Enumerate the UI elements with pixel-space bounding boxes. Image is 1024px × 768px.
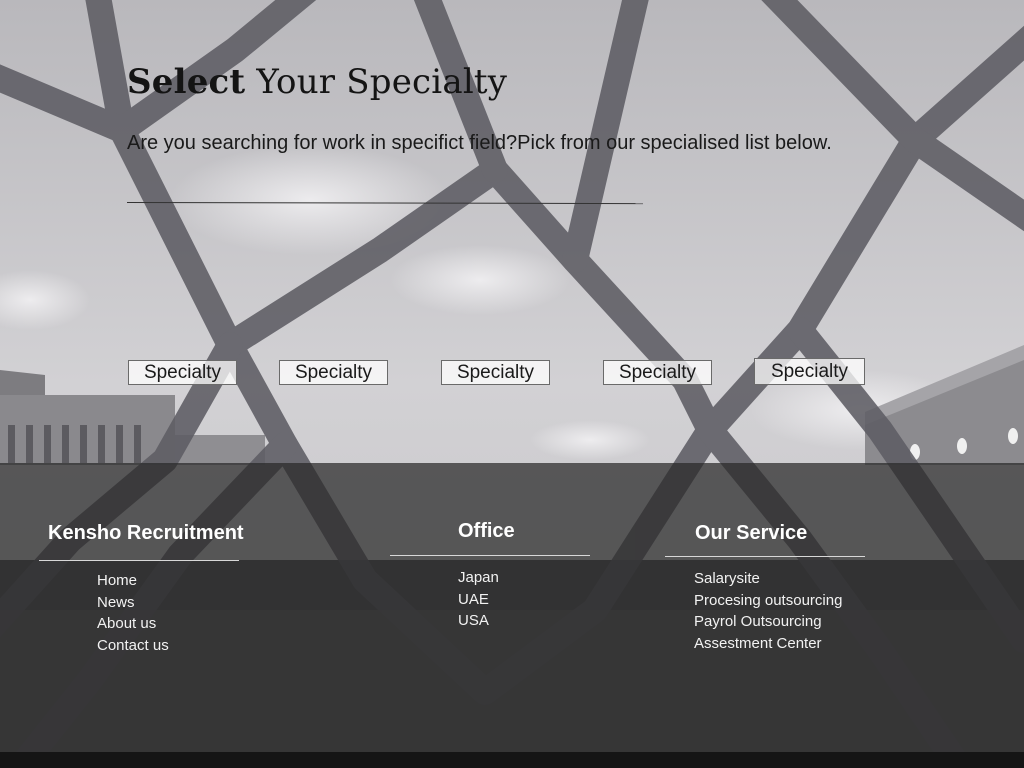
footer-link-home[interactable]: Home bbox=[97, 570, 169, 592]
footer-office-item: USA bbox=[458, 612, 489, 630]
footer-service-list: Salarysite Procesing outsourcing Payrol … bbox=[694, 568, 842, 655]
page-title-rest: Your Specialty bbox=[245, 62, 508, 102]
footer-office-list: Japan UAE USA bbox=[458, 567, 499, 632]
footer-service-item[interactable]: Procesing outsourcing bbox=[694, 590, 842, 612]
specialty-button-1[interactable]: Specialty bbox=[128, 360, 237, 385]
specialty-button-3[interactable]: Specialty bbox=[441, 360, 550, 385]
footer-company-divider bbox=[39, 560, 239, 561]
footer-service-item[interactable]: Assestment Center bbox=[694, 633, 842, 655]
page-subtitle: Are you searching for work in specifict … bbox=[127, 132, 832, 154]
page-title-bold: Select bbox=[127, 62, 246, 102]
footer-service-item[interactable]: Salarysite bbox=[694, 568, 842, 590]
footer: Kensho Recruitment Home News About us Co… bbox=[0, 463, 1024, 753]
footer-office-item: Japan bbox=[458, 569, 499, 586]
bottom-bar bbox=[0, 752, 1024, 768]
footer-service-heading: Our Service bbox=[695, 522, 808, 544]
footer-office-heading: Office bbox=[458, 520, 515, 542]
footer-service-item[interactable]: Payrol Outsourcing bbox=[694, 611, 842, 633]
footer-service-divider bbox=[665, 556, 865, 557]
specialty-button-4[interactable]: Specialty bbox=[603, 360, 712, 385]
page-title: Select Your Specialty bbox=[127, 62, 507, 102]
footer-link-about[interactable]: About us bbox=[97, 613, 169, 635]
footer-link-contact[interactable]: Contact us bbox=[97, 635, 169, 657]
specialty-button-2[interactable]: Specialty bbox=[279, 360, 388, 385]
footer-company-links: Home News About us Contact us bbox=[97, 570, 169, 657]
specialty-button-5[interactable]: Specialty bbox=[754, 358, 865, 385]
footer-office-divider bbox=[390, 555, 590, 556]
footer-company-heading: Kensho Recruitment bbox=[48, 522, 244, 544]
footer-link-news[interactable]: News bbox=[97, 592, 169, 614]
footer-office-item: UAE bbox=[458, 590, 489, 608]
